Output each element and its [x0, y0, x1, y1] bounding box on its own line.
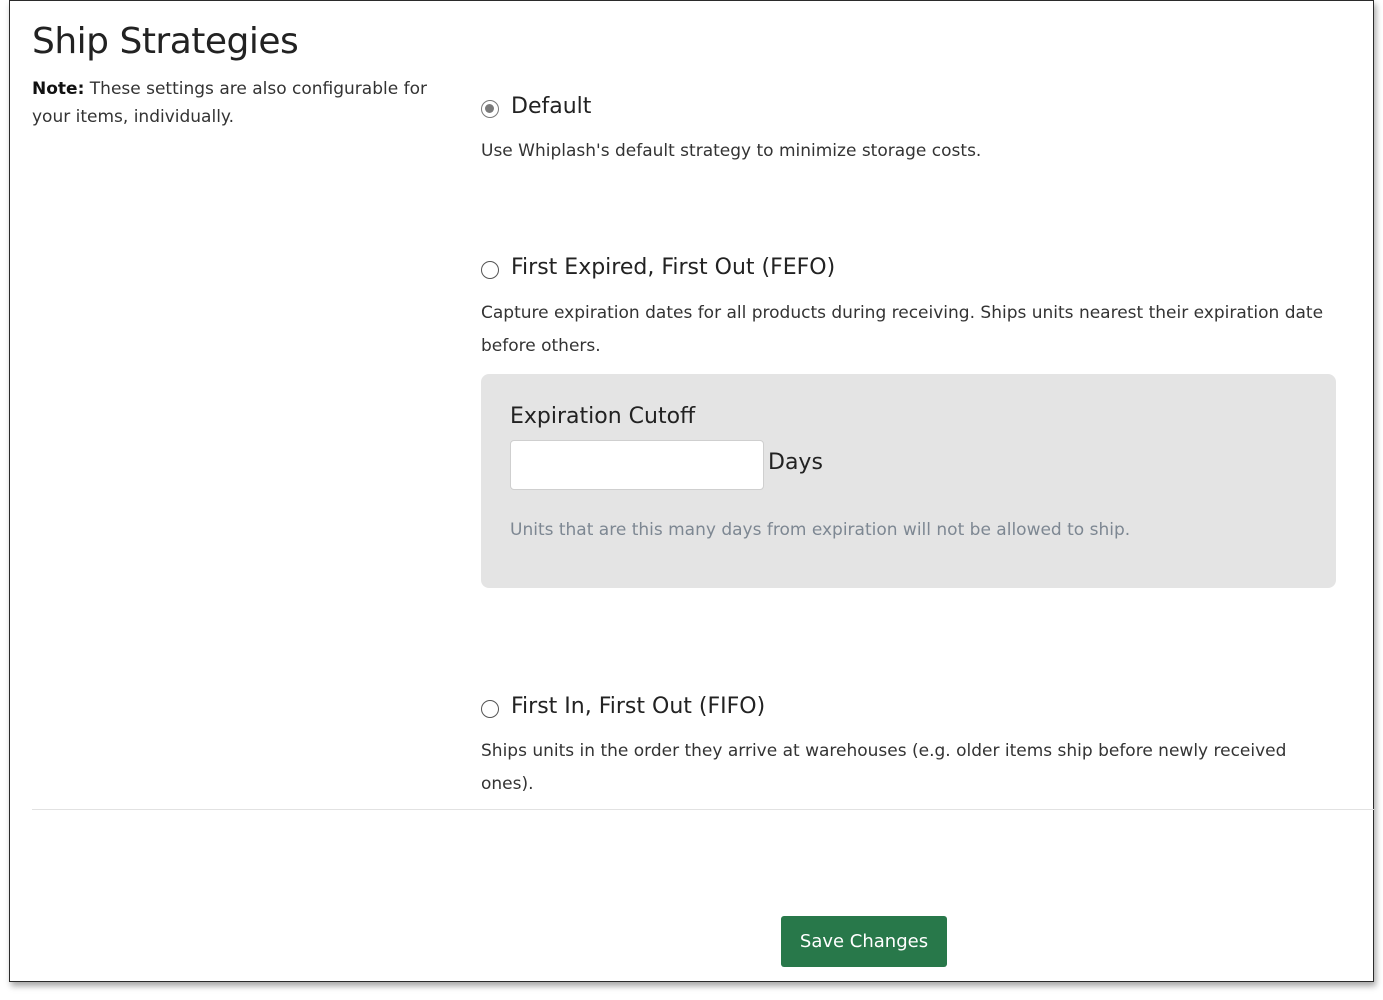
- save-changes-button[interactable]: Save Changes: [781, 916, 947, 967]
- note-label: Note:: [32, 79, 85, 99]
- option-description-fifo: Ships units in the order they arrive at …: [481, 741, 1287, 794]
- expiration-cutoff-label: Expiration Cutoff: [510, 404, 696, 429]
- option-label-fefo[interactable]: First Expired, First Out (FEFO): [511, 255, 835, 280]
- page-title: Ship Strategies: [32, 21, 299, 62]
- radio-fifo[interactable]: [481, 700, 499, 718]
- radio-fefo[interactable]: [481, 261, 499, 279]
- expiration-cutoff-help: Units that are this many days from expir…: [510, 520, 1131, 540]
- option-label-fifo[interactable]: First In, First Out (FIFO): [511, 694, 765, 719]
- option-description-default: Use Whiplash's default strategy to minim…: [481, 141, 982, 161]
- option-label-default[interactable]: Default: [511, 94, 591, 119]
- expiration-cutoff-unit: Days: [768, 450, 823, 475]
- expiration-cutoff-panel: Expiration Cutoff Days Units that are th…: [481, 374, 1336, 588]
- radio-default[interactable]: [481, 100, 499, 118]
- settings-note: Note: These settings are also configurab…: [32, 75, 427, 131]
- note-text: These settings are also configurable for…: [32, 79, 427, 127]
- section-divider: [32, 809, 1374, 810]
- ship-strategies-panel: Ship Strategies Note: These settings are…: [9, 0, 1374, 982]
- expiration-cutoff-input[interactable]: [510, 440, 764, 490]
- option-description-fefo: Capture expiration dates for all product…: [481, 303, 1324, 356]
